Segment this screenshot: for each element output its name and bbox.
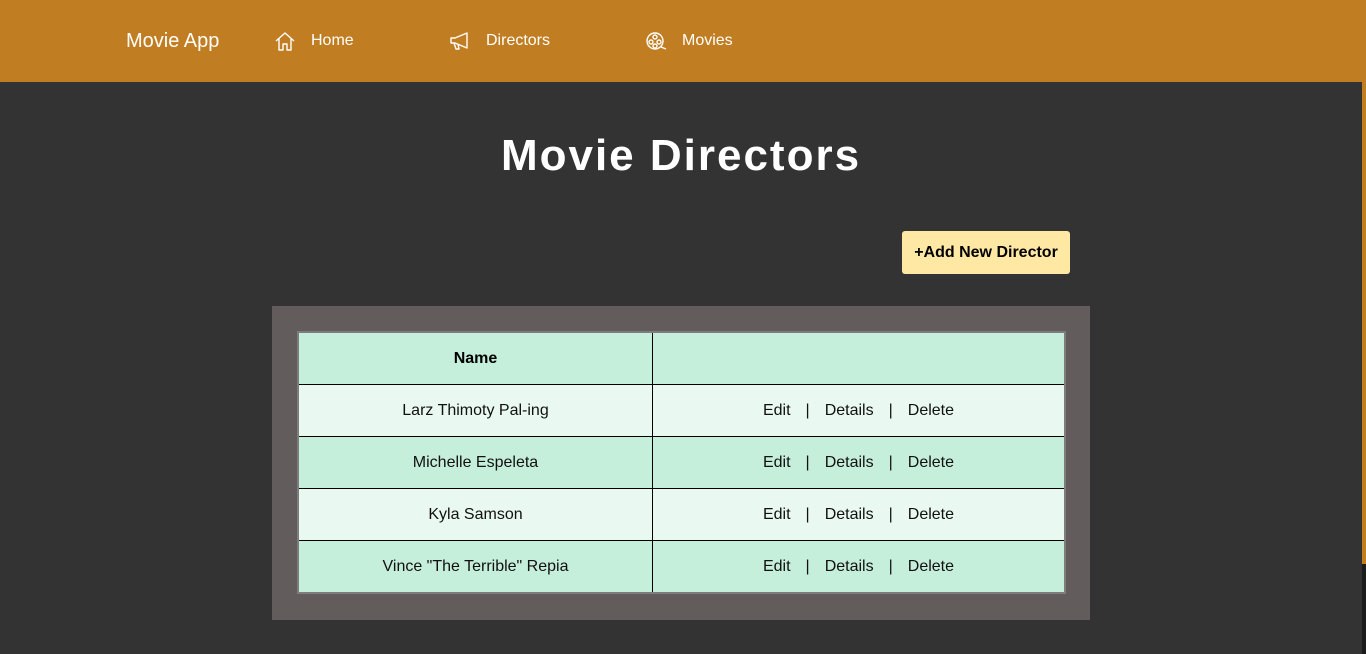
separator: |	[888, 557, 893, 575]
window-edge	[1362, 0, 1366, 564]
table-row: Michelle Espeleta Edit | Details | Delete	[298, 436, 1065, 489]
table-header-row: Name	[298, 332, 1065, 385]
separator: |	[888, 453, 893, 471]
delete-link[interactable]: Delete	[908, 506, 954, 523]
actions-cell: Edit | Details | Delete	[652, 384, 1065, 437]
details-link[interactable]: Details	[825, 506, 874, 523]
brand-link[interactable]: Movie App	[126, 29, 219, 53]
edit-link[interactable]: Edit	[763, 558, 791, 575]
separator: |	[805, 505, 810, 523]
director-name-cell: Michelle Espeleta	[298, 436, 653, 489]
nav-link-home[interactable]: Home	[274, 28, 354, 54]
separator: |	[805, 453, 810, 471]
column-header-actions	[652, 332, 1065, 385]
nav-link-directors-label: Directors	[486, 32, 551, 49]
details-link[interactable]: Details	[825, 454, 874, 471]
add-director-button[interactable]: +Add New Director	[902, 231, 1070, 274]
actions-cell: Edit | Details | Delete	[652, 488, 1065, 541]
megaphone-icon	[449, 30, 471, 52]
directors-table: Name Larz Thimoty Pal-ing Edit | Details | D…	[297, 331, 1066, 594]
edit-link[interactable]: Edit	[763, 402, 791, 419]
separator: |	[888, 401, 893, 419]
navbar: Movie App Home Directors Movies	[0, 0, 1362, 82]
film-reel-icon	[645, 30, 667, 52]
nav-link-movies-label: Movies	[682, 32, 733, 49]
details-link[interactable]: Details	[825, 402, 874, 419]
nav-link-home-label: Home	[311, 32, 354, 49]
details-link[interactable]: Details	[825, 558, 874, 575]
director-name-cell: Vince "The Terrible" Repia	[298, 540, 653, 593]
table-row: Larz Thimoty Pal-ing Edit | Details | Delete	[298, 384, 1065, 437]
edit-link[interactable]: Edit	[763, 454, 791, 471]
director-name-cell: Kyla Samson	[298, 488, 653, 541]
table-row: Vince "The Terrible" Repia Edit | Details |…	[298, 540, 1066, 594]
edit-link[interactable]: Edit	[763, 506, 791, 523]
separator: |	[805, 557, 810, 575]
nav-link-directors[interactable]: Directors	[449, 28, 550, 54]
nav-link-movies[interactable]: Movies	[645, 28, 733, 54]
window-edge-bottom	[1362, 564, 1366, 654]
director-name-cell: Larz Thimoty Pal-ing	[298, 384, 653, 437]
delete-link[interactable]: Delete	[908, 558, 954, 575]
actions-cell: Edit | Details | Delete	[653, 541, 1066, 594]
actions-cell: Edit | Details | Delete	[652, 436, 1065, 489]
delete-link[interactable]: Delete	[908, 402, 954, 419]
page-title: Movie Directors	[500, 131, 862, 180]
separator: |	[888, 505, 893, 523]
home-icon	[274, 30, 296, 52]
column-header-name: Name	[298, 332, 653, 385]
table-row: Kyla Samson Edit | Details | Delete	[298, 488, 1065, 541]
separator: |	[805, 401, 810, 419]
delete-link[interactable]: Delete	[908, 454, 954, 471]
table-panel: Name Larz Thimoty Pal-ing Edit | Details | D…	[272, 306, 1090, 620]
